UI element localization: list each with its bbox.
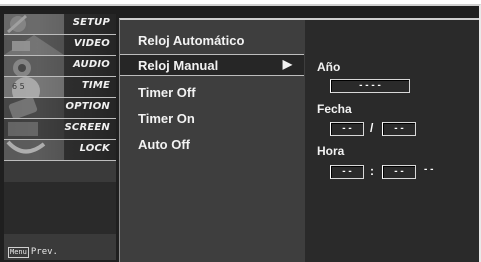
- prev-hint: Menu Prev.: [8, 247, 58, 258]
- menu-item-auto-off[interactable]: Auto Off: [120, 134, 304, 156]
- menu-item-label: Reloj Manual: [138, 58, 219, 73]
- date-separator: /: [370, 121, 374, 135]
- category-lock[interactable]: LOCK: [4, 140, 116, 161]
- category-audio[interactable]: AUDIO: [4, 56, 116, 77]
- menu-item-label: Timer On: [138, 111, 195, 126]
- tv-osd: SETUP VIDEO AUDIO 6 5 TIME OPTION SCREEN…: [0, 4, 481, 262]
- menu-item-reloj-automatico[interactable]: Reloj Automático: [120, 30, 304, 52]
- time-icon: 6 5: [4, 77, 64, 97]
- screen-icon: [4, 119, 64, 139]
- category-sidebar: SETUP VIDEO AUDIO 6 5 TIME OPTION SCREEN…: [4, 14, 116, 260]
- category-setup[interactable]: SETUP: [4, 14, 116, 35]
- hour-field[interactable]: - -: [330, 165, 364, 179]
- category-label: LOCK: [79, 143, 110, 154]
- prev-label: Prev.: [30, 247, 58, 257]
- category-time[interactable]: 6 5 TIME: [4, 77, 116, 98]
- menu-item-label: Timer Off: [138, 85, 196, 100]
- day-field[interactable]: - -: [382, 122, 416, 136]
- setup-icon: [4, 14, 64, 34]
- ampm-field[interactable]: - -: [424, 164, 433, 175]
- category-label: TIME: [81, 80, 110, 91]
- arrow-right-icon: ▶: [282, 57, 292, 71]
- category-label: AUDIO: [73, 59, 110, 70]
- category-option[interactable]: OPTION: [4, 98, 116, 119]
- category-label: SCREEN: [64, 122, 110, 133]
- menu-key-icon: Menu: [8, 247, 29, 258]
- category-screen[interactable]: SCREEN: [4, 119, 116, 140]
- minute-field[interactable]: - -: [382, 165, 416, 179]
- sidebar-empty-area: [4, 182, 116, 234]
- svg-text:6 5: 6 5: [12, 82, 25, 91]
- menu-item-timer-on[interactable]: Timer On: [120, 108, 304, 130]
- menu-item-label: Reloj Automático: [138, 33, 245, 48]
- menu-item-timer-off[interactable]: Timer Off: [120, 82, 304, 104]
- time-separator: :: [370, 164, 374, 178]
- video-icon: [4, 35, 64, 55]
- year-label: Año: [317, 60, 341, 74]
- lock-icon: [4, 140, 64, 160]
- category-video[interactable]: VIDEO: [4, 35, 116, 56]
- menu-item-label: Auto Off: [138, 137, 190, 152]
- time-menu: Reloj Automático Reloj Manual ▶ Timer Of…: [119, 18, 305, 262]
- option-icon: [4, 98, 64, 118]
- category-label: OPTION: [65, 101, 110, 112]
- time-label: Hora: [317, 144, 345, 158]
- month-field[interactable]: - -: [330, 122, 364, 136]
- year-field[interactable]: - - - -: [330, 79, 410, 93]
- date-label: Fecha: [317, 102, 352, 116]
- category-label: SETUP: [72, 17, 110, 28]
- category-label: VIDEO: [73, 38, 110, 49]
- audio-icon: [4, 56, 64, 76]
- clock-settings-panel: Año - - - - Fecha - - / - - Hora - - : -…: [305, 18, 479, 262]
- menu-item-reloj-manual[interactable]: Reloj Manual ▶: [120, 54, 304, 76]
